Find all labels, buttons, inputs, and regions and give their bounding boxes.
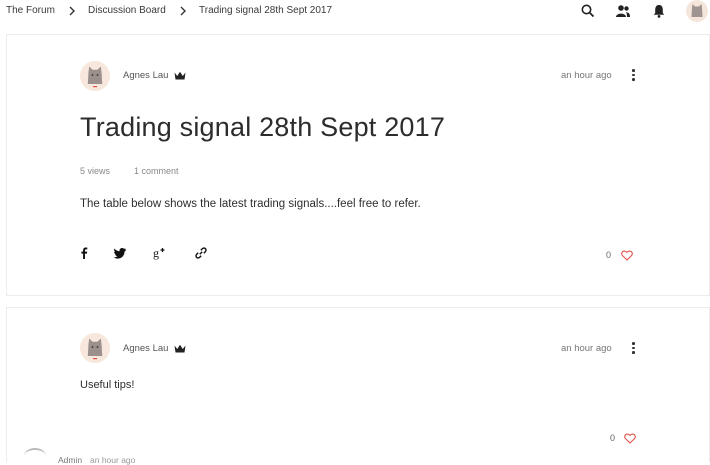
- comment-more-options-icon[interactable]: [632, 342, 636, 356]
- user-avatar[interactable]: [686, 0, 708, 22]
- post-timestamp: an hour ago: [561, 70, 612, 81]
- breadcrumb-forum[interactable]: The Forum: [6, 5, 55, 16]
- post-views-count: 5 views: [80, 166, 111, 176]
- chevron-right-icon: [69, 6, 75, 16]
- link-icon[interactable]: [194, 246, 208, 260]
- members-icon[interactable]: [615, 3, 631, 19]
- cat-avatar-icon: [87, 66, 103, 88]
- breadcrumb-current-post: Trading signal 28th Sept 2017: [199, 5, 333, 16]
- post-body: The table below shows the latest trading…: [80, 198, 421, 210]
- comment-author-avatar[interactable]: [80, 333, 110, 363]
- chevron-right-icon: [180, 6, 186, 16]
- reply-preview: Admin an hour ago: [20, 448, 700, 465]
- crown-icon: [174, 344, 186, 353]
- crown-icon: [174, 71, 186, 80]
- google-plus-icon[interactable]: g: [153, 246, 167, 260]
- post-more-options-icon[interactable]: [632, 69, 636, 83]
- twitter-icon[interactable]: [113, 246, 127, 260]
- cat-avatar-icon: [691, 4, 703, 17]
- comment-timestamp: an hour ago: [561, 343, 612, 354]
- post-comments-count[interactable]: 1 comment: [134, 166, 179, 176]
- svg-text:g: g: [153, 246, 159, 260]
- reply-timestamp: an hour ago: [90, 455, 136, 465]
- facebook-icon[interactable]: [77, 246, 91, 260]
- notification-bell-icon[interactable]: [651, 3, 667, 19]
- search-icon[interactable]: [580, 3, 596, 19]
- top-bar: The Forum Discussion Board Trading signa…: [0, 0, 710, 24]
- post-like-count: 0: [606, 250, 612, 260]
- post-author-name[interactable]: Agnes Lau: [123, 70, 168, 81]
- post-title: Trading signal 28th Sept 2017: [80, 112, 446, 142]
- cat-avatar-icon: [87, 338, 103, 360]
- comment-author-name[interactable]: Agnes Lau: [123, 343, 168, 354]
- like-heart-icon[interactable]: [621, 250, 633, 261]
- like-heart-icon[interactable]: [624, 433, 636, 444]
- post-author-avatar[interactable]: [80, 61, 110, 91]
- breadcrumb-discussion-board[interactable]: Discussion Board: [88, 5, 166, 16]
- comment-body: Useful tips!: [80, 379, 135, 391]
- comment-like-count: 0: [610, 433, 616, 443]
- reply-author: Admin: [58, 455, 83, 465]
